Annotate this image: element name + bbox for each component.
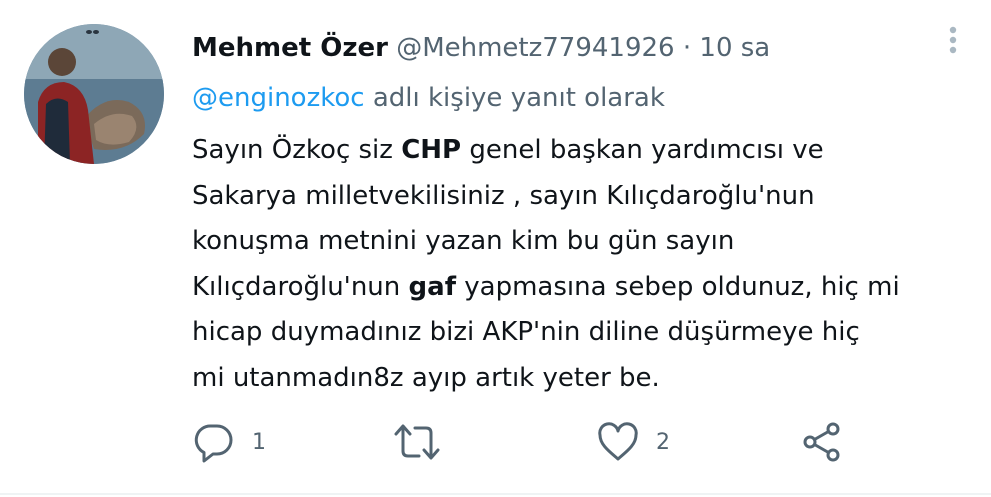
tweet-text-line: konuşma metnini yazan kim bu gün sayın [192,226,735,257]
bold-text-segment: gaf [408,271,456,302]
timestamp[interactable]: 10 sa [699,33,770,63]
separator-dot: · [682,33,692,63]
avatar-photo [24,24,164,164]
tweet-text-line: Sakarya milletvekilisiniz , sayın Kılıçd… [192,180,815,211]
text-segment: Kılıçdaroğlu'nun [192,271,409,302]
action-bar: 1 2 [192,420,852,464]
text-segment: genel başkan yardımcısı ve [461,135,824,165]
avatar[interactable] [24,24,164,164]
author-name[interactable]: Mehmet Özer [192,33,388,63]
tweet-text: Sayın Özkoç siz CHP genel başkan yardımc… [192,128,982,402]
heart-icon [598,422,638,461]
divider [0,493,991,495]
retweet-icon [394,424,440,460]
reply-button[interactable]: 1 [192,420,266,464]
reply-to-mention[interactable]: @enginozkoc [192,83,365,113]
tweet-text-line: mi utanmadın8z ayıp artık yeter be. [192,362,660,393]
more-options-button[interactable] [938,22,968,62]
bold-text-segment: CHP [401,135,462,165]
tweet[interactable]: Mehmet Özer @Mehmetz77941926 · 10 sa @en… [0,0,991,493]
reply-count: 1 [252,429,266,455]
more-vertical-icon [949,26,957,54]
text-segment: yapmasına sebep oldunuz, hiç mi [456,271,900,302]
text-segment: Sayın Özkoç siz [192,135,402,165]
share-button[interactable] [800,420,844,464]
reply-to-label: adlı kişiye yanıt olarak [372,83,665,113]
like-count: 2 [656,429,670,455]
share-icon [803,422,840,462]
reply-bubble-icon [194,424,233,463]
retweet-button[interactable] [392,420,458,464]
author-handle[interactable]: @Mehmetz77941926 [396,33,674,63]
tweet-text-line: Sayın Özkoç siz CHP genel başkan yardımc… [192,128,982,174]
tweet-text-line: Kılıçdaroğlu'nun gaf yapmasına sebep old… [192,265,982,311]
reply-context: @enginozkoc adlı kişiye yanıt olarak [192,78,665,118]
tweet-header: Mehmet Özer @Mehmetz77941926 · 10 sa [192,28,770,68]
like-button[interactable]: 2 [596,420,670,464]
tweet-text-line: hicap duymadınız bizi AKP'nin diline düş… [192,317,860,348]
